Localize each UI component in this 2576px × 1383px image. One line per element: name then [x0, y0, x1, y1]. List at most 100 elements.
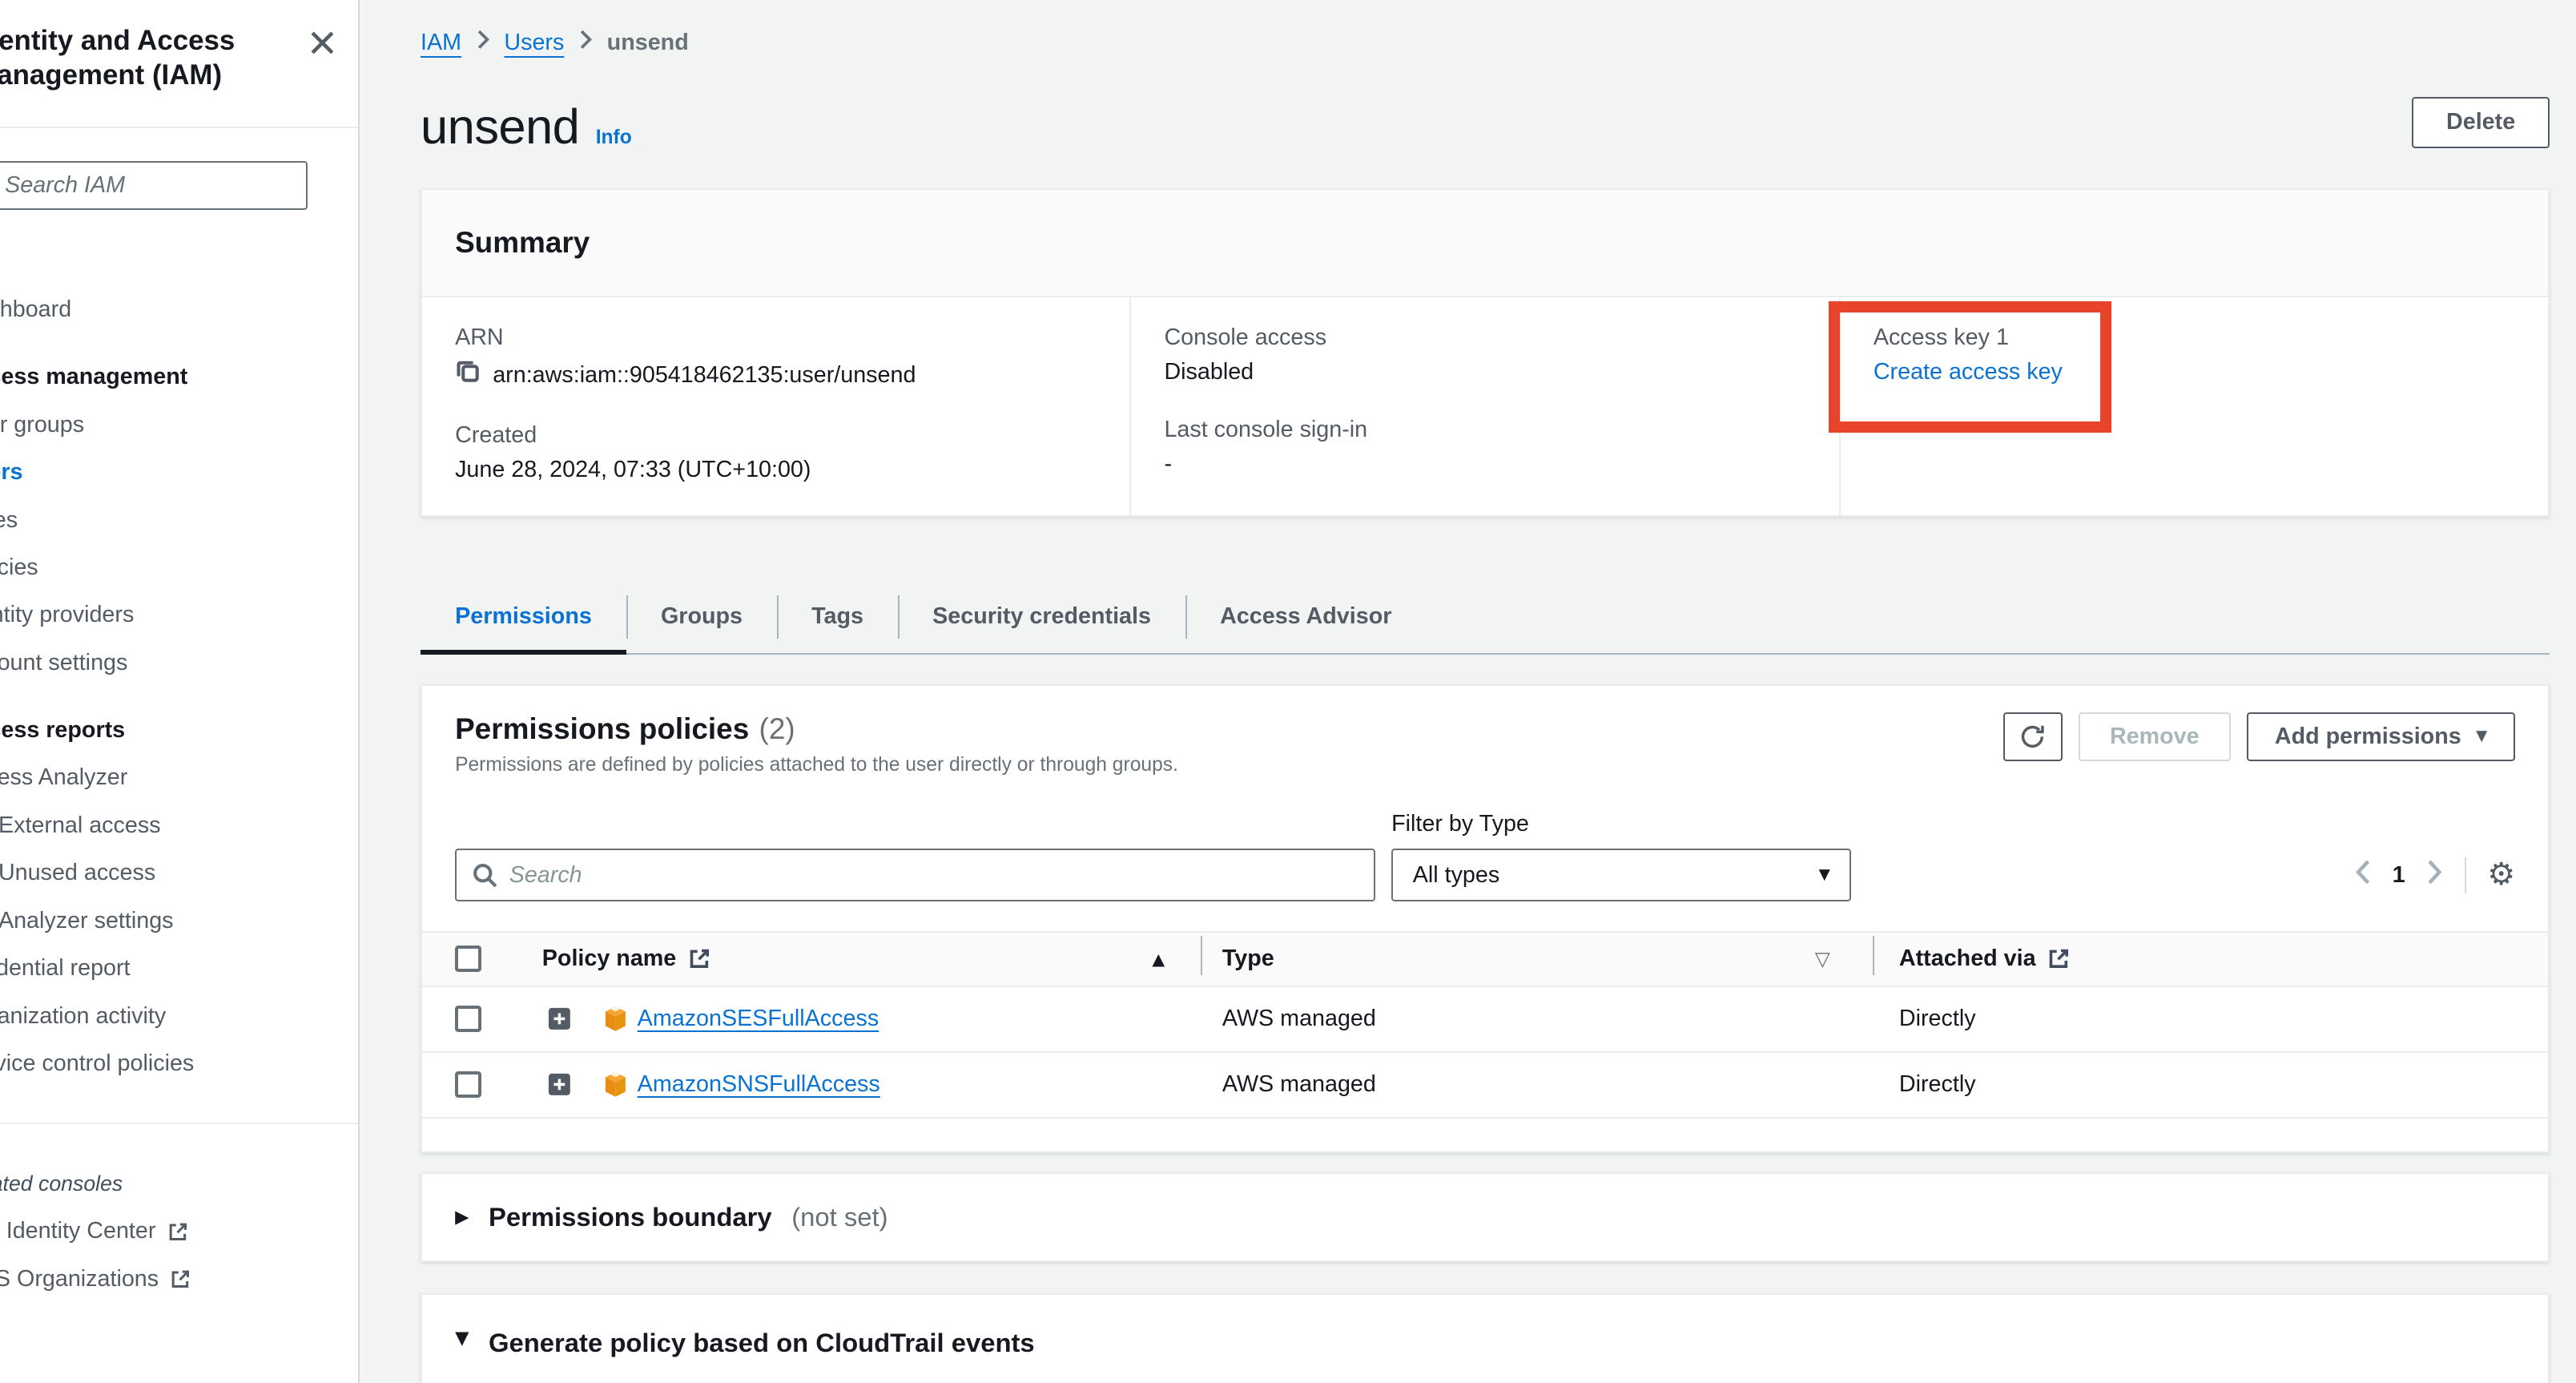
sidebar-item-account-settings[interactable]: Account settings [0, 639, 358, 687]
breadcrumb-link-users[interactable]: Users [504, 30, 564, 56]
add-permissions-button[interactable]: Add permissions ▼ [2247, 712, 2515, 762]
sidebar-search-input[interactable] [0, 161, 308, 211]
close-icon[interactable] [308, 28, 337, 58]
row-checkbox[interactable] [455, 1071, 481, 1098]
remove-button[interactable]: Remove [2079, 712, 2231, 762]
summary-column-console: Console access Disabled Last console sig… [1129, 297, 1838, 514]
type-filter-value: All types [1413, 862, 1499, 889]
sidebar-item-users[interactable]: Users [0, 449, 358, 496]
sidebar-item-service-control-policies[interactable]: Service control policies [0, 1040, 358, 1087]
breadcrumb-chevron-icon [477, 30, 489, 56]
sidebar-item-credential-report[interactable]: Credential report [0, 945, 358, 992]
arn-label: ARN [455, 324, 1097, 352]
external-link-icon [167, 1221, 189, 1243]
last-signin-value: - [1164, 450, 1805, 478]
create-access-key-link[interactable]: Create access key [1874, 358, 2063, 386]
expand-plus-icon[interactable] [547, 1072, 572, 1097]
sidebar-item-identity-providers[interactable]: Identity providers [0, 591, 358, 639]
external-link-icon [688, 947, 711, 970]
page-number[interactable]: 1 [2393, 862, 2405, 889]
policy-type: AWS managed [1222, 1006, 1376, 1032]
refresh-button[interactable] [2003, 712, 2063, 762]
policies-filter-row: Filter by Type All types ▼ 1 ⚙ [455, 811, 2515, 901]
gear-icon[interactable]: ⚙ [2487, 860, 2515, 891]
summary-column-access-key: Access key 1 Create access key [1839, 297, 2548, 514]
select-all-checkbox[interactable] [455, 946, 481, 972]
permissions-policies-card: Permissions policies(2) Permissions are … [421, 684, 2550, 1153]
sidebar-nav: Dashboard Access management User groups … [0, 286, 358, 1303]
sidebar-item-iam-identity-center[interactable]: IAM Identity Center [0, 1208, 358, 1255]
filter-by-type-label: Filter by Type [1391, 811, 1851, 837]
type-filter-select[interactable]: All types ▼ [1391, 849, 1851, 901]
table-row: AmazonSNSFullAccess AWS managed Directly [422, 1053, 2548, 1119]
page-title: unsend [421, 99, 579, 155]
console-access-label: Console access [1164, 324, 1805, 352]
summary-card: Summary ARN arn:aws:iam::905418462135:us… [421, 188, 2550, 517]
sidebar-item-access-analyzer[interactable]: Access Analyzer [0, 754, 358, 801]
policy-link[interactable]: AmazonSESFullAccess [638, 1006, 879, 1032]
access-key-label: Access key 1 [1874, 324, 2515, 352]
external-link-icon [2047, 947, 2071, 970]
sort-ascending-icon[interactable]: ▲ [1152, 950, 1165, 969]
dropdown-caret-icon: ▼ [1819, 868, 1830, 882]
sidebar-divider [0, 127, 358, 128]
chevron-left-icon[interactable] [2355, 859, 2372, 892]
policy-link[interactable]: AmazonSNSFullAccess [638, 1071, 880, 1098]
sidebar-item-policies[interactable]: Policies [0, 544, 358, 591]
tab-security-credentials[interactable]: Security credentials [898, 581, 1185, 653]
permissions-boundary-card[interactable]: ▶ Permissions boundary (not set) [421, 1172, 2550, 1262]
tab-access-advisor[interactable]: Access Advisor [1185, 581, 1426, 653]
permissions-boundary-note: (not set) [791, 1202, 888, 1232]
created-value: June 28, 2024, 07:33 (UTC+10:00) [455, 456, 1097, 484]
column-attached-via[interactable]: Attached via [1899, 946, 2036, 972]
iam-sidebar: Identity and Access Management (IAM) Das… [0, 0, 360, 1383]
cloudtrail-policy-card[interactable]: ▼ Generate policy based on CloudTrail ev… [421, 1293, 2550, 1383]
console-access-value: Disabled [1164, 358, 1805, 386]
summary-body: ARN arn:aws:iam::905418462135:user/unsen… [422, 297, 2548, 514]
collapsed-arrow-icon[interactable]: ▶ [455, 1207, 469, 1228]
search-icon [472, 862, 498, 889]
column-type[interactable]: Type [1222, 946, 1274, 972]
breadcrumb-current: unsend [607, 30, 689, 56]
tab-permissions[interactable]: Permissions [421, 581, 626, 653]
refresh-icon [2019, 723, 2047, 751]
main-content: IAM Users unsend unsend Info Delete Summ… [360, 0, 2576, 1383]
policies-table-header: Policy name ▲ Type ▽ Attached via [422, 931, 2548, 987]
filter-icon[interactable]: ▽ [1815, 947, 1830, 970]
sidebar-item-organization-activity[interactable]: Organization activity [0, 993, 358, 1040]
tab-groups[interactable]: Groups [626, 581, 777, 653]
summary-heading: Summary [455, 226, 2515, 260]
breadcrumb-link-iam[interactable]: IAM [421, 30, 461, 56]
sidebar-item-label: IAM Identity Center [0, 1218, 155, 1244]
expanded-arrow-icon[interactable]: ▼ [455, 1328, 469, 1349]
sidebar-section-related-consoles: Related consoles [0, 1160, 358, 1208]
policy-type: AWS managed [1222, 1071, 1376, 1098]
sidebar-item-roles[interactable]: Roles [0, 496, 358, 543]
permissions-boundary-title: Permissions boundary [489, 1202, 772, 1232]
tab-tags[interactable]: Tags [777, 581, 898, 653]
external-link-icon [170, 1268, 191, 1290]
delete-button[interactable]: Delete [2412, 97, 2550, 148]
copy-icon[interactable] [455, 358, 481, 392]
user-detail-tabs: Permissions Groups Tags Security credent… [421, 581, 2550, 655]
sidebar-item-user-groups[interactable]: User groups [0, 401, 358, 448]
info-link[interactable]: Info [596, 127, 632, 149]
policies-search-input[interactable] [455, 849, 1375, 901]
sidebar-section-access-reports: Access reports [0, 707, 358, 754]
policy-attached-via: Directly [1899, 1006, 1976, 1032]
created-label: Created [455, 421, 1097, 450]
policy-cube-icon [603, 1071, 628, 1098]
column-policy-name[interactable]: Policy name [542, 946, 677, 972]
expand-plus-icon[interactable] [547, 1006, 572, 1031]
sidebar-title: Identity and Access Management (IAM) [0, 23, 312, 92]
sidebar-item-unused-access[interactable]: Unused access [0, 849, 358, 897]
row-checkbox[interactable] [455, 1006, 481, 1032]
breadcrumb: IAM Users unsend [421, 0, 2550, 56]
chevron-right-icon[interactable] [2426, 859, 2443, 892]
sidebar-item-external-access[interactable]: External access [0, 802, 358, 849]
sidebar-item-analyzer-settings[interactable]: Analyzer settings [0, 897, 358, 945]
breadcrumb-chevron-icon [579, 30, 592, 56]
sidebar-section-access-management: Access management [0, 353, 358, 401]
sidebar-item-dashboard[interactable]: Dashboard [0, 286, 358, 333]
sidebar-item-aws-organizations[interactable]: AWS Organizations [0, 1256, 358, 1303]
